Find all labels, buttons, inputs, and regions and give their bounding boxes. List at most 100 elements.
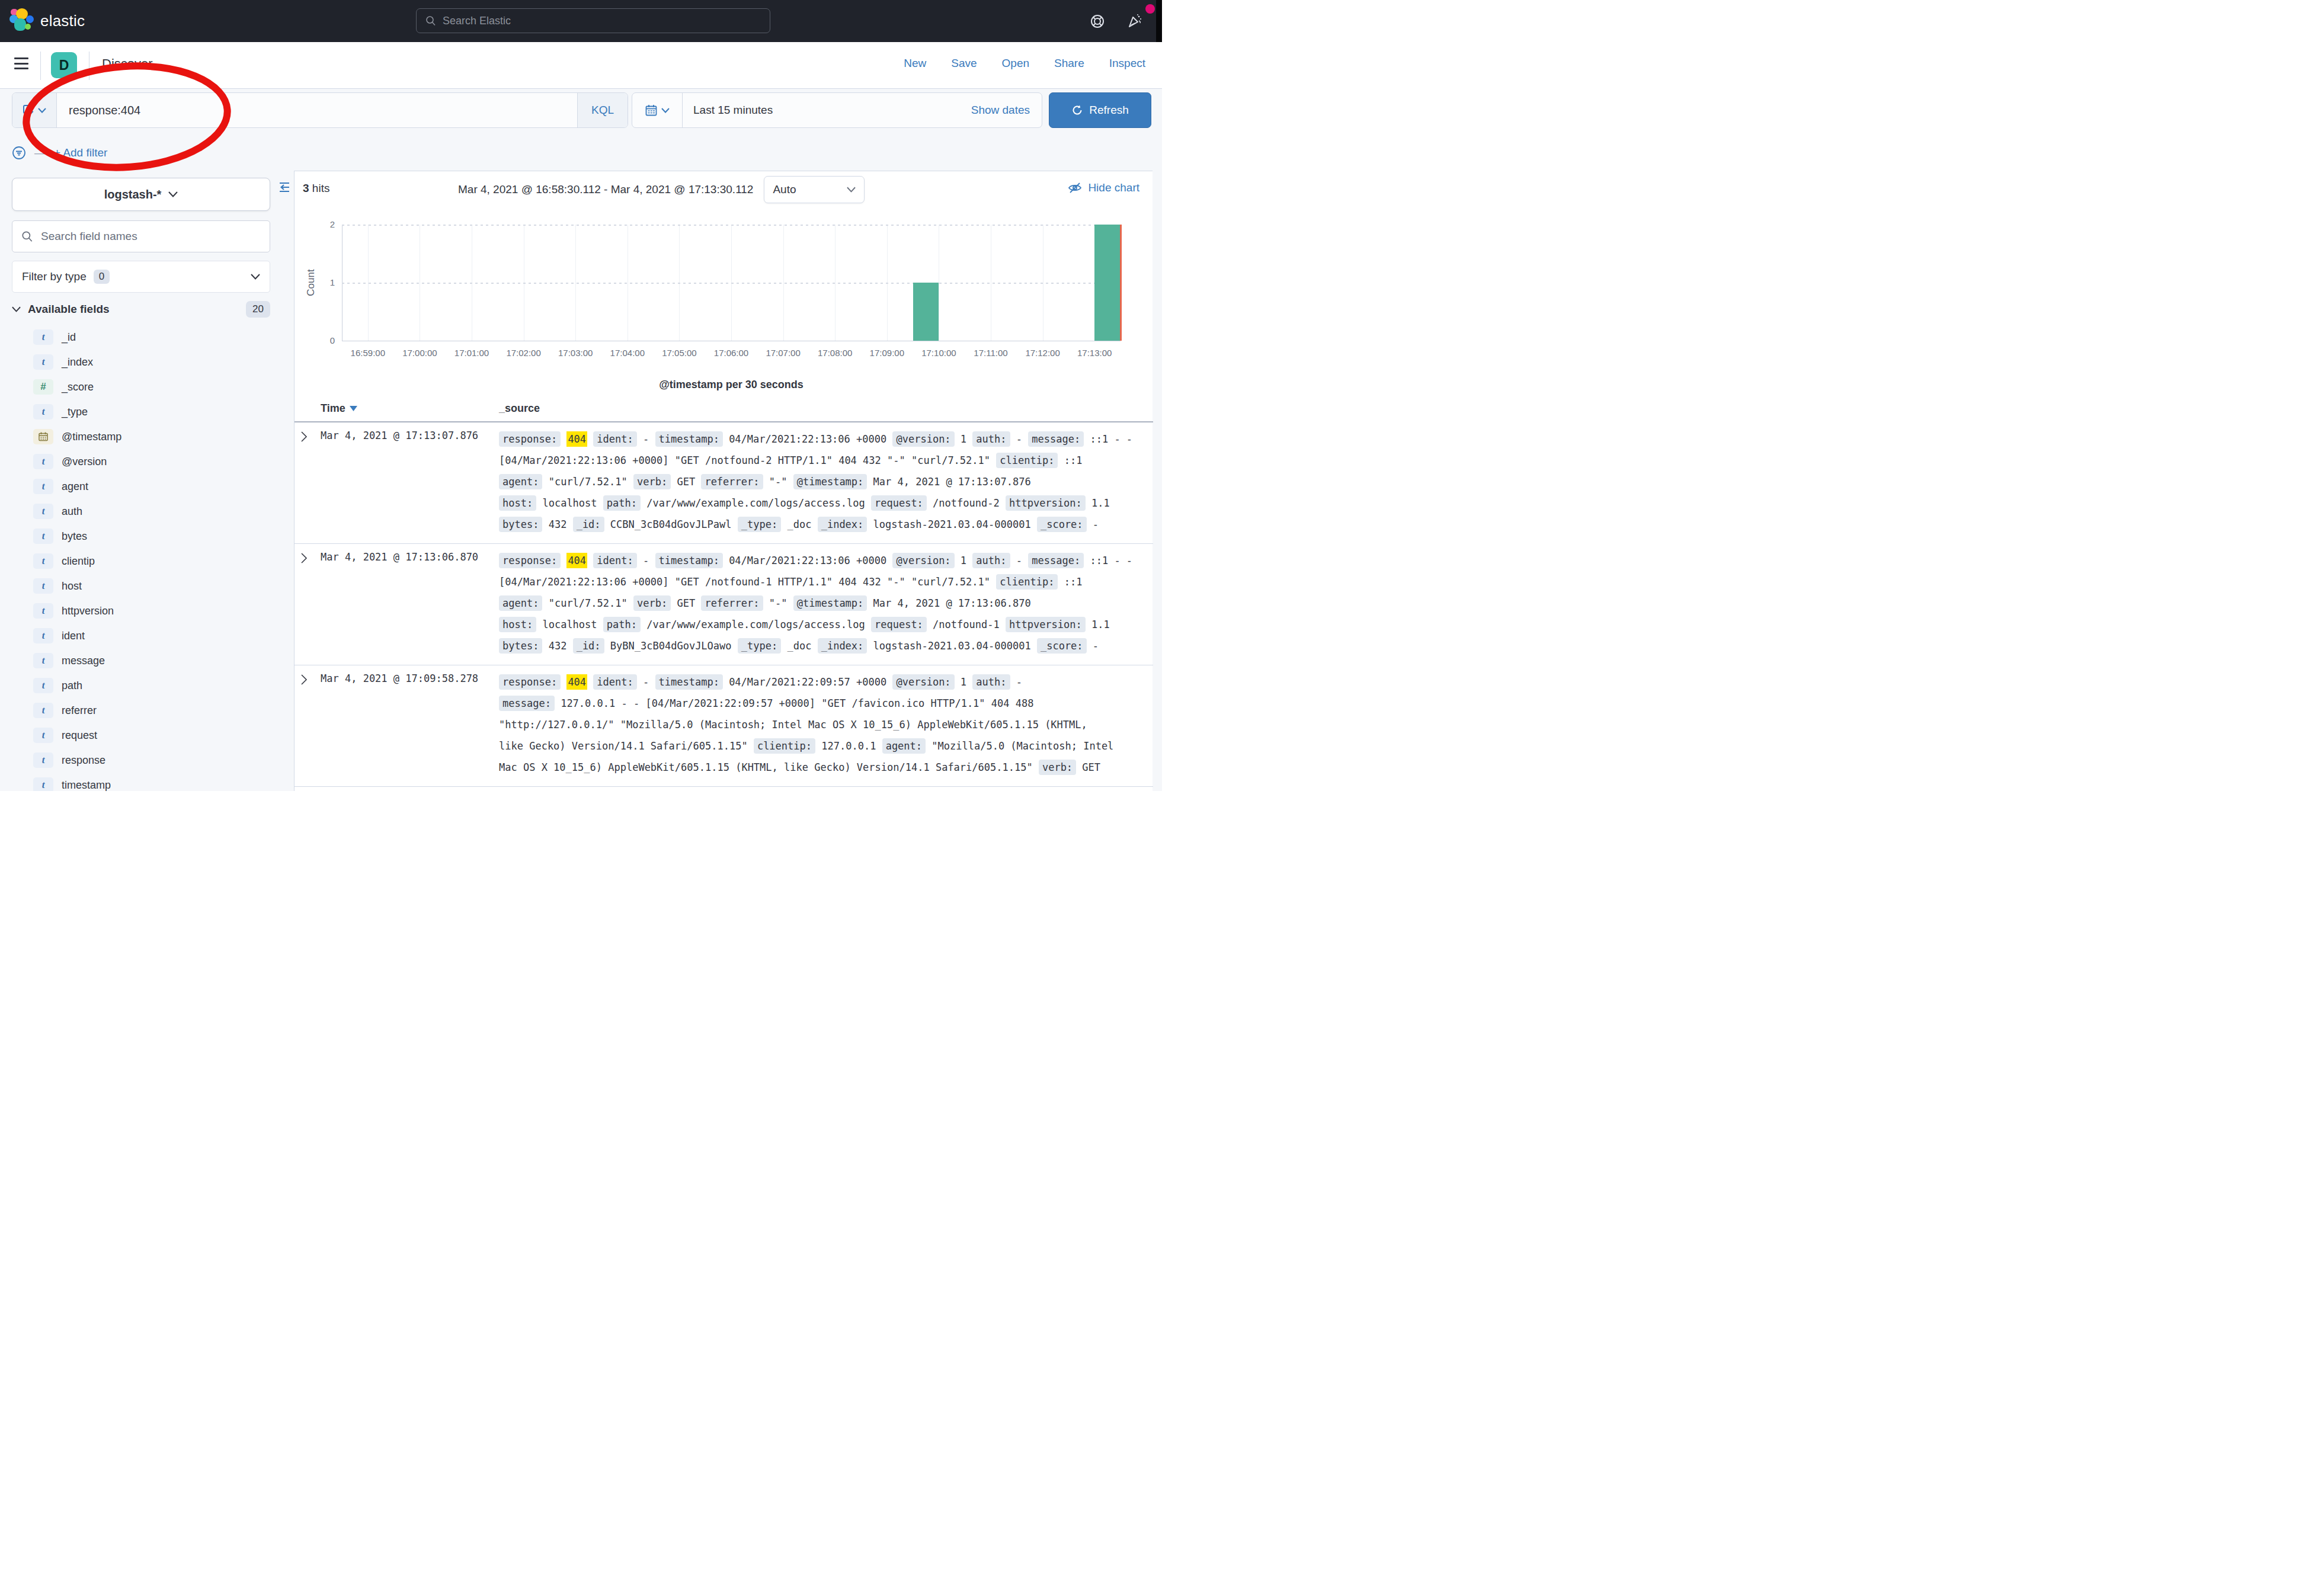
field-list: t_idt_index#_scoret_type@timestampt@vers…: [12, 325, 270, 791]
help-icon[interactable]: [1090, 14, 1105, 29]
available-fields-count-badge: 20: [246, 301, 270, 318]
field-tag: response:: [499, 553, 561, 568]
date-picker: Last 15 minutes Show dates: [632, 92, 1042, 128]
results-panel: 3 hits Mar 4, 2021 @ 16:58:30.112 - Mar …: [294, 171, 1153, 791]
date-quick-select-button[interactable]: [632, 93, 683, 127]
interval-select[interactable]: Auto: [764, 176, 865, 203]
field-type-string-icon: t: [33, 728, 53, 743]
field-tag: response:: [499, 674, 561, 690]
histogram-chart[interactable]: 16:59:0017:00:0017:01:0017:02:0017:03:00…: [294, 207, 1153, 402]
field-tag: timestamp:: [655, 431, 723, 447]
query-language-button[interactable]: KQL: [577, 93, 628, 127]
x-axis-tick: 17:12:00: [1017, 348, 1069, 358]
global-search-placeholder: Search Elastic: [443, 15, 511, 27]
highlighted-value: 404: [566, 431, 587, 447]
field-item-host[interactable]: thost: [12, 574, 270, 598]
row-timestamp: Mar 4, 2021 @ 17:09:58.278: [321, 672, 478, 684]
field-item-agent[interactable]: tagent: [12, 474, 270, 499]
filter-by-type-select[interactable]: Filter by type 0: [12, 261, 270, 293]
field-item-_id[interactable]: t_id: [12, 325, 270, 350]
table-row: Mar 4, 2021 @ 17:09:58.278response: 404 …: [294, 665, 1153, 787]
global-search-input[interactable]: Search Elastic: [416, 8, 770, 33]
hide-chart-button[interactable]: Hide chart: [1068, 181, 1139, 195]
histogram-bar[interactable]: [913, 283, 939, 341]
elastic-logo-icon: [9, 8, 34, 33]
field-tag: path:: [603, 495, 641, 511]
field-item-httpversion[interactable]: thttpversion: [12, 598, 270, 623]
field-tag: path:: [603, 617, 641, 632]
notification-badge: [1145, 4, 1155, 14]
nav-action-new[interactable]: New: [904, 57, 926, 70]
field-name: clientip: [62, 555, 95, 568]
field-item-ident[interactable]: tident: [12, 623, 270, 648]
x-axis-label: @timestamp per 30 seconds: [342, 379, 1121, 391]
field-tag: message:: [1028, 553, 1084, 568]
newsfeed-icon[interactable]: [1126, 13, 1143, 30]
field-tag: _type:: [738, 638, 781, 654]
nav-action-save[interactable]: Save: [951, 57, 977, 70]
field-type-string-icon: t: [33, 603, 53, 619]
expand-row-icon[interactable]: [300, 674, 308, 686]
field-tag: auth:: [972, 553, 1010, 568]
field-tag: request:: [871, 617, 927, 632]
field-item-_score[interactable]: #_score: [12, 374, 270, 399]
filter-count-badge: 0: [94, 270, 110, 284]
field-item-bytes[interactable]: tbytes: [12, 524, 270, 549]
field-item-request[interactable]: trequest: [12, 723, 270, 748]
field-tag: verb:: [633, 474, 671, 489]
histogram-bar[interactable]: [1094, 225, 1121, 341]
field-tag: bytes:: [499, 517, 542, 532]
field-tag: _score:: [1037, 638, 1087, 654]
time-range-value[interactable]: Last 15 minutes: [683, 104, 971, 117]
nav-action-share[interactable]: Share: [1054, 57, 1084, 70]
field-tag: _id:: [573, 517, 604, 532]
show-dates-button[interactable]: Show dates: [971, 104, 1042, 117]
field-name: _index: [62, 356, 93, 369]
refresh-button[interactable]: Refresh: [1049, 92, 1151, 128]
field-tag: timestamp:: [655, 553, 723, 568]
field-tag: ident:: [593, 553, 636, 568]
table-row: Mar 4, 2021 @ 17:13:07.876response: 404 …: [294, 422, 1153, 544]
column-header-source[interactable]: _source: [499, 402, 540, 415]
collapse-sidebar-button[interactable]: [277, 180, 292, 194]
sort-desc-icon: [350, 406, 357, 411]
field-search-input[interactable]: Search field names: [12, 220, 270, 252]
field-type-string-icon: t: [33, 504, 53, 519]
field-name: _type: [62, 406, 88, 418]
y-axis-tick: 0: [311, 335, 335, 345]
field-item-clientip[interactable]: tclientip: [12, 549, 270, 574]
x-axis-tick: 17:03:00: [549, 348, 601, 358]
field-name: auth: [62, 505, 82, 518]
expand-row-icon[interactable]: [300, 431, 308, 443]
field-item-@timestamp[interactable]: @timestamp: [12, 424, 270, 449]
column-header-time[interactable]: Time: [321, 402, 357, 415]
field-type-string-icon: t: [33, 329, 53, 345]
expand-row-icon[interactable]: [300, 552, 308, 564]
available-fields-header: Available fields: [28, 303, 239, 316]
document-rows: Mar 4, 2021 @ 17:13:07.876response: 404 …: [294, 422, 1153, 787]
nav-actions: New Save Open Share Inspect: [904, 57, 1145, 70]
field-item-@version[interactable]: t@version: [12, 449, 270, 474]
field-type-string-icon: t: [33, 678, 53, 693]
field-item-path[interactable]: tpath: [12, 673, 270, 698]
nav-action-inspect[interactable]: Inspect: [1109, 57, 1145, 70]
x-axis-tick: 17:11:00: [965, 348, 1017, 358]
field-item-response[interactable]: tresponse: [12, 748, 270, 773]
field-item-message[interactable]: tmessage: [12, 648, 270, 673]
field-item-timestamp[interactable]: ttimestamp: [12, 773, 270, 791]
field-item-_index[interactable]: t_index: [12, 350, 270, 374]
nav-action-open[interactable]: Open: [1002, 57, 1029, 70]
field-tag: message:: [499, 696, 555, 711]
chevron-down-icon: [251, 274, 260, 280]
chevron-down-icon[interactable]: [12, 306, 21, 312]
x-axis-tick: 17:00:00: [393, 348, 446, 358]
field-item-_type[interactable]: t_type: [12, 399, 270, 424]
index-pattern-select[interactable]: logstash-*: [12, 178, 270, 211]
annotation-red-ellipse: [21, 62, 235, 174]
field-item-referrer[interactable]: treferrer: [12, 698, 270, 723]
field-tag: agent:: [499, 595, 542, 611]
field-item-auth[interactable]: tauth: [12, 499, 270, 524]
field-tag: _id:: [573, 638, 604, 654]
field-tag: _score:: [1037, 517, 1087, 532]
y-axis-label: Count: [305, 269, 317, 296]
